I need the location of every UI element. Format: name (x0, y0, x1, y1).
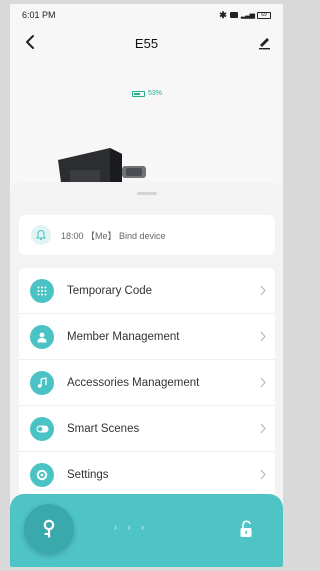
page-title: E55 (134, 36, 159, 51)
app-screen: 6:01 PM ✱ ▂▃▅ 69 E55 53% 18:00 【Me】 Bind… (10, 4, 283, 567)
toggle-icon (30, 416, 54, 441)
menu-item-label: Smart Scenes (67, 422, 140, 435)
menu-item-settings[interactable]: Settings (19, 452, 275, 498)
chevron-right-icon (260, 377, 266, 388)
notice-text: 18:00 【Me】 Bind device (61, 230, 166, 241)
bell-icon (31, 225, 51, 245)
activity-notice[interactable]: 18:00 【Me】 Bind device (19, 215, 275, 255)
menu-item-label: Member Management (67, 330, 180, 343)
key-button[interactable] (24, 504, 74, 554)
slide-arrows[interactable]: › › › (114, 522, 148, 532)
chevron-right-icon (260, 423, 266, 434)
header: E55 (10, 26, 283, 60)
status-icons: ✱ ▂▃▅ 69 (219, 10, 271, 21)
menu-item-smart-scenes[interactable]: Smart Scenes (19, 406, 275, 452)
status-bar: 6:01 PM ✱ ▂▃▅ 69 (10, 4, 283, 26)
battery-percent: 53% (148, 90, 163, 97)
device-preview: 53% (10, 60, 283, 190)
chevron-right-icon (260, 331, 266, 342)
menu-item-label: Temporary Code (67, 284, 153, 297)
menu-item-label: Accessories Management (67, 376, 200, 389)
person-icon (30, 324, 54, 349)
drag-handle[interactable] (137, 192, 157, 195)
music-note-icon (30, 370, 54, 395)
unlock-icon[interactable] (239, 520, 253, 538)
menu-item-accessories-management[interactable]: Accessories Management (19, 360, 275, 406)
menu-item-label: Settings (67, 469, 109, 481)
battery-icon: 69 (257, 11, 271, 19)
message-icon (229, 12, 238, 18)
pencil-icon[interactable] (257, 34, 271, 50)
status-time: 6:01 PM (22, 10, 56, 20)
menu-item-temporary-code[interactable]: Temporary Code (19, 268, 275, 314)
chevron-right-icon (260, 469, 266, 480)
unlock-bar: › › › (10, 494, 283, 567)
key-icon (43, 519, 55, 538)
keypad-icon (30, 278, 54, 303)
menu-item-member-management[interactable]: Member Management (19, 314, 275, 360)
device-battery: 53% (132, 90, 162, 97)
signal-icon: ▂▃▅ (240, 12, 255, 19)
bluetooth-icon: ✱ (219, 9, 227, 20)
bottom-sheet: 18:00 【Me】 Bind device Temporary Code Me… (10, 182, 283, 502)
gear-icon (30, 463, 54, 487)
battery-level-icon (132, 90, 145, 97)
menu-list: Temporary Code Member Management Accesso… (19, 268, 275, 498)
chevron-right-icon (260, 285, 266, 296)
